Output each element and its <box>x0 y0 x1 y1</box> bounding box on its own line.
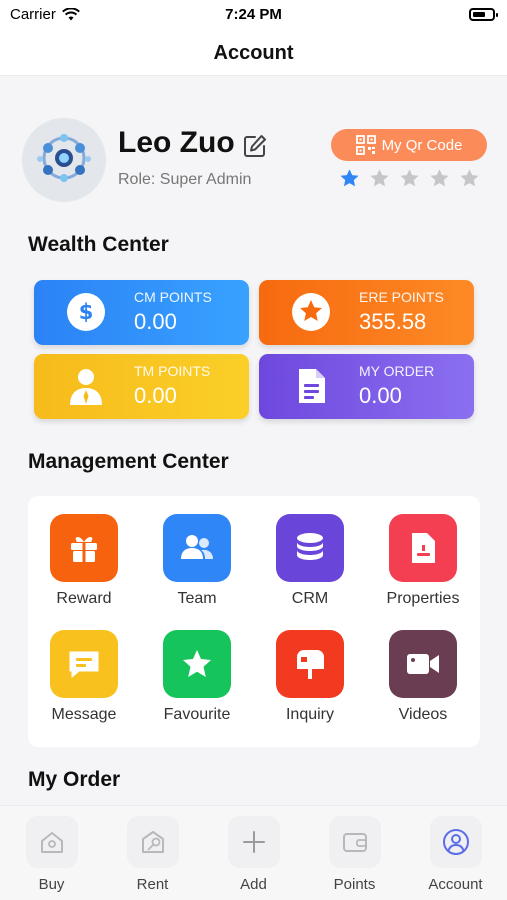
wealth-card-value: 355.58 <box>359 309 427 334</box>
crm-tile <box>276 514 344 582</box>
page-title: Account <box>0 30 507 76</box>
wealth-center-title: Wealth Center <box>28 233 169 256</box>
wallet-icon <box>342 833 367 852</box>
tab-label: Points <box>333 876 376 893</box>
my-qr-code-button[interactable]: My Qr Code <box>331 129 487 161</box>
menu-item-properties[interactable]: Properties <box>373 514 473 608</box>
video-icon <box>407 654 439 674</box>
tab-label: Account <box>428 876 483 893</box>
wealth-card-my-order[interactable]: MY ORDER 0.00 <box>259 354 474 419</box>
svg-text:$: $ <box>79 300 94 324</box>
wealth-card-label: TM POINTS <box>134 363 211 379</box>
user-role: Role: Super Admin <box>118 171 252 188</box>
menu-item-label: Favourite <box>163 706 231 723</box>
qr-code-icon <box>355 135 376 155</box>
videos-tile <box>389 630 457 698</box>
dollar-icon: $ <box>67 293 105 331</box>
my-order-title: My Order <box>28 768 121 791</box>
tab-icon-wrapper <box>429 816 482 868</box>
account-icon <box>442 829 469 855</box>
status-time: 7:24 PM <box>225 6 282 23</box>
menu-item-label: Reward <box>56 590 112 607</box>
menu-item-team[interactable]: Team <box>147 514 247 608</box>
wealth-card-value: 0.00 <box>134 309 177 334</box>
menu-item-favourite[interactable]: Favourite <box>147 630 247 724</box>
menu-item-label: CRM <box>291 590 329 607</box>
avatar[interactable] <box>22 118 106 202</box>
properties-tile <box>389 514 457 582</box>
edit-icon[interactable] <box>242 133 268 159</box>
wealth-card-cm-points[interactable]: $ CM POINTS 0.00 <box>34 280 249 345</box>
menu-item-label: Team <box>177 590 217 607</box>
tab-label: Rent <box>136 876 169 893</box>
favourite-tile <box>163 630 231 698</box>
person-icon <box>70 369 102 405</box>
tab-icon-wrapper <box>328 816 381 868</box>
rating-star-icon <box>370 169 389 187</box>
rating-stars <box>339 168 480 189</box>
team-icon <box>181 535 213 559</box>
menu-item-label: Videos <box>398 706 448 723</box>
management-panel: Reward Team CRM Properties Message Favou… <box>28 496 480 747</box>
tab-points[interactable]: Points <box>304 806 405 893</box>
wealth-card-value: 0.00 <box>134 383 177 408</box>
tab-buy[interactable]: Buy <box>1 806 102 893</box>
wealth-card-label: ERE POINTS <box>359 289 444 305</box>
menu-item-crm[interactable]: CRM <box>260 514 360 608</box>
menu-item-label: Message <box>51 706 117 723</box>
wealth-card-ere-points[interactable]: ERE POINTS 355.58 <box>259 280 474 345</box>
wealth-card-value: 0.00 <box>359 383 402 408</box>
database-icon <box>297 533 323 560</box>
star-icon <box>183 650 211 677</box>
message-tile <box>50 630 118 698</box>
tab-label: Add <box>240 876 267 893</box>
menu-item-videos[interactable]: Videos <box>373 630 473 724</box>
rating-star-icon <box>460 169 479 187</box>
menu-item-label: Inquiry <box>285 706 335 723</box>
document-icon <box>299 369 325 403</box>
tab-label: Buy <box>38 876 65 893</box>
house-icon <box>40 832 63 853</box>
star-badge-icon <box>292 293 330 331</box>
wealth-card-tm-points[interactable]: TM POINTS 0.00 <box>34 354 249 419</box>
tab-add[interactable]: Add <box>203 806 304 893</box>
menu-item-label: Properties <box>386 590 460 607</box>
rating-star-icon <box>340 169 359 187</box>
plus-icon <box>242 831 265 853</box>
tab-icon-wrapper <box>126 816 179 868</box>
file-icon <box>412 533 435 563</box>
rating-star-icon <box>400 169 419 187</box>
menu-item-message[interactable]: Message <box>34 630 134 724</box>
menu-item-reward[interactable]: Reward <box>34 514 134 608</box>
avatar-image <box>22 118 106 202</box>
tab-icon-wrapper <box>25 816 78 868</box>
rating-star-icon <box>430 169 449 187</box>
team-tile <box>163 514 231 582</box>
menu-item-inquiry[interactable]: Inquiry <box>260 630 360 724</box>
wealth-card-label: MY ORDER <box>359 363 435 379</box>
reward-tile <box>50 514 118 582</box>
mailbox-icon <box>297 650 324 679</box>
wealth-card-label: CM POINTS <box>134 289 212 305</box>
battery-icon <box>469 8 498 21</box>
rent-icon <box>141 831 164 853</box>
message-icon <box>69 651 99 678</box>
user-name: Leo Zuo <box>118 126 235 159</box>
gift-icon <box>71 537 97 562</box>
tab-rent[interactable]: Rent <box>102 806 203 893</box>
status-bar: Carrier 7:24 PM <box>0 0 507 30</box>
management-center-title: Management Center <box>28 450 229 473</box>
inquiry-tile <box>276 630 344 698</box>
tab-icon-wrapper <box>227 816 280 868</box>
qr-button-label: My Qr Code <box>381 136 463 154</box>
tab-bar: Buy Rent Add Points Account <box>0 805 507 900</box>
tab-account[interactable]: Account <box>405 806 506 893</box>
